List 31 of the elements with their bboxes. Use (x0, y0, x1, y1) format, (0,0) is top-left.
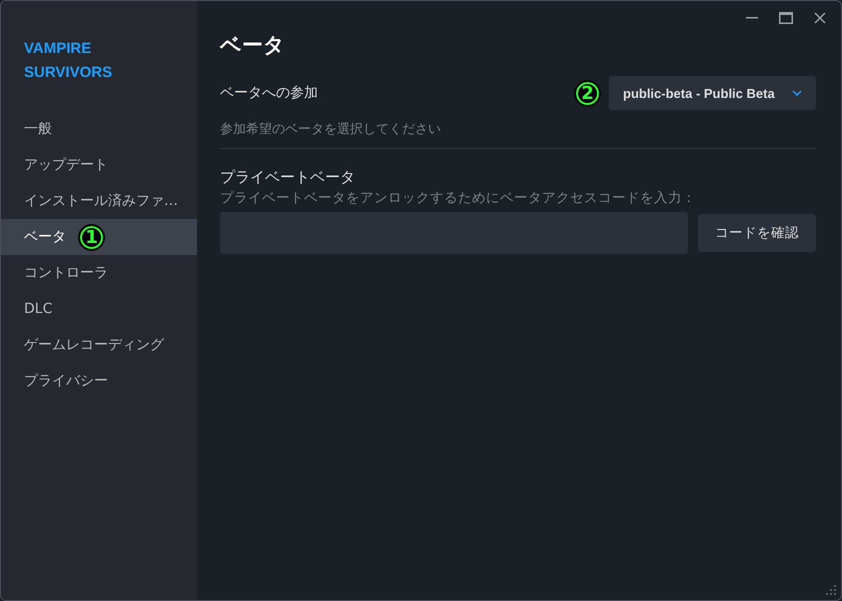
beta-dropdown[interactable]: public-beta - Public Beta (609, 76, 816, 110)
sidebar-item[interactable]: ゲームレコーディング (1, 327, 197, 363)
verify-code-button[interactable]: コードを確認 (698, 214, 816, 252)
chevron-down-icon (792, 90, 802, 96)
minimize-icon (746, 17, 758, 19)
page-title: ベータ (220, 32, 286, 59)
sidebar-item-label: 一般 (24, 120, 52, 138)
sidebar-item-label: インストール済みファ… (24, 192, 178, 210)
section-title: プライベートベータ (220, 168, 356, 187)
sidebar-item[interactable]: プライバシー (1, 363, 197, 399)
maximize-icon (779, 12, 793, 24)
sidebar-item-label: ゲームレコーディング (24, 336, 164, 354)
sidebar-item-label: ベータ (24, 228, 66, 246)
sidebar-item[interactable]: ベータ 1 (1, 219, 197, 255)
sidebar-item-label: プライバシー (24, 372, 108, 390)
close-icon (814, 12, 826, 24)
sidebar-item-label: アップデート (24, 156, 108, 174)
resize-grip-icon[interactable] (825, 584, 837, 596)
beta-label: ベータへの参加 (220, 84, 318, 102)
beta-description: 参加希望のベータを選択してください (220, 121, 442, 138)
sidebar-item[interactable]: アップデート (1, 147, 197, 183)
game-title: VAMPIRE SURVIVORS (23, 39, 114, 83)
sidebar-item[interactable]: コントローラ (1, 255, 197, 291)
section-description: プライベートベータをアンロックするためにベータアクセスコードを入力： (220, 189, 697, 207)
sidebar-item[interactable]: 一般 (1, 111, 197, 147)
callout-number: 1 (78, 224, 105, 250)
sidebar-item[interactable]: インストール済みファ… (1, 183, 197, 219)
sidebar-item-label: コントローラ (24, 264, 108, 282)
sidebar-item[interactable]: DLC (1, 291, 197, 327)
sidebar-item-label: DLC (24, 301, 52, 317)
callout-number: 2 (574, 80, 601, 106)
